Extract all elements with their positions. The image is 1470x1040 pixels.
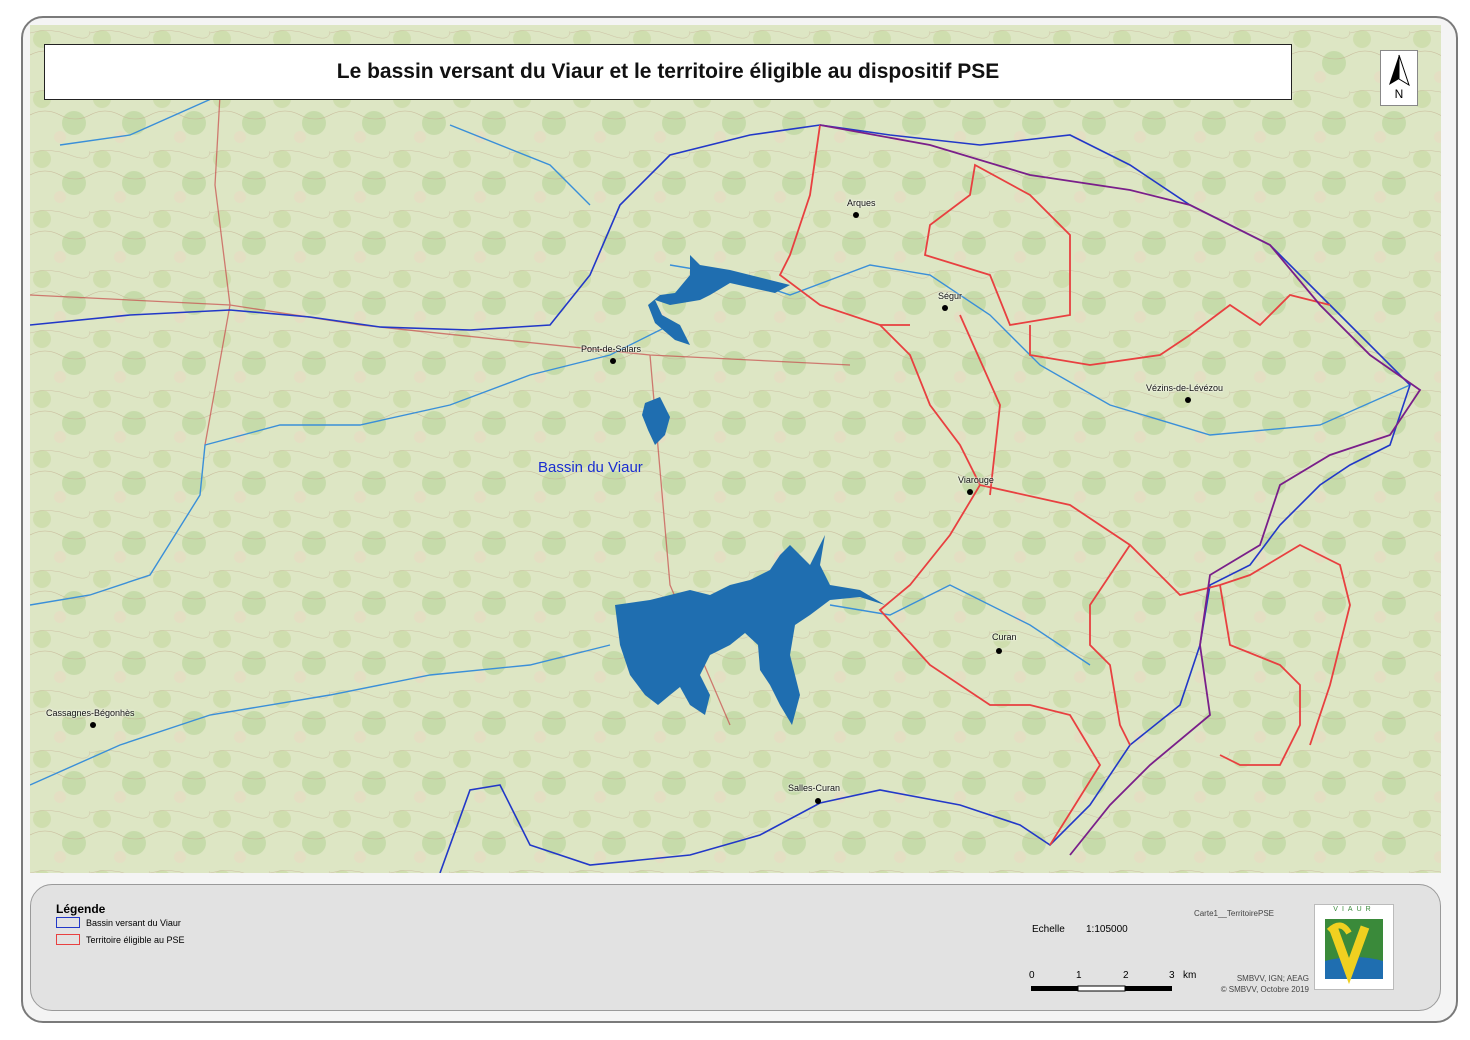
legend-swatch-basin xyxy=(56,917,80,928)
place-dot-viarouge xyxy=(967,489,973,495)
place-label-salles-curan: Salles-Curan xyxy=(788,783,841,793)
place-dot-vezins xyxy=(1185,397,1191,403)
scale-tick-1: 1 xyxy=(1076,970,1082,981)
credit-copyright: © SMBVV, Octobre 2019 xyxy=(1220,985,1309,994)
viaur-logo: VIAUR xyxy=(1314,904,1394,990)
legend-title: Légende xyxy=(56,902,106,916)
map-canvas[interactable] xyxy=(30,25,1441,873)
map-title: Le bassin versant du Viaur et le territo… xyxy=(44,44,1292,100)
legend-swatch-pse xyxy=(56,934,80,945)
credit-sources: SMBVV, IGN; AEAG xyxy=(1236,974,1309,983)
scale-tick-3: 3 xyxy=(1169,970,1175,981)
place-dot-salles-curan xyxy=(815,798,821,804)
map-id: Carte1__TerritoirePSE xyxy=(1193,909,1274,918)
legend-label-basin: Bassin versant du Viaur xyxy=(86,917,181,928)
viaur-logo-graphic xyxy=(1325,919,1383,985)
terrain-background xyxy=(30,25,1441,873)
legend-label-pse: Territoire éligible au PSE xyxy=(86,934,185,945)
place-dot-pont-de-salars xyxy=(610,358,616,364)
north-label: N xyxy=(1394,87,1404,101)
place-label-cassagnes: Cassagnes-Bégonhès xyxy=(46,708,135,718)
place-label-arques: Arques xyxy=(847,198,876,208)
scale-bar xyxy=(1031,985,1172,992)
scale-tick-2: 2 xyxy=(1123,970,1129,981)
place-label-curan: Curan xyxy=(992,632,1017,642)
place-label-pont-de-salars: Pont-de-Salars xyxy=(581,344,642,354)
place-dot-arques xyxy=(853,212,859,218)
place-dot-cassagnes xyxy=(90,722,96,728)
legend-item-basin: Bassin versant du Viaur xyxy=(56,917,181,928)
place-label-segur: Ségur xyxy=(938,291,963,301)
logo-text: VIAUR xyxy=(1333,906,1375,913)
scale-tick-0: 0 xyxy=(1029,970,1035,981)
place-label-vezins: Vézins-de-Lévézou xyxy=(1146,383,1224,393)
place-label-viarouge: Viarouge xyxy=(958,475,994,485)
map-svg xyxy=(30,25,1441,873)
place-dot-segur xyxy=(942,305,948,311)
legend-item-pse: Territoire éligible au PSE xyxy=(56,934,185,945)
basin-label: Bassin du Viaur xyxy=(538,459,643,476)
scale-ratio: 1:105000 xyxy=(1086,924,1128,935)
north-arrow: N xyxy=(1380,50,1418,106)
place-dot-curan xyxy=(996,648,1002,654)
scale-label: Echelle xyxy=(1032,924,1065,935)
